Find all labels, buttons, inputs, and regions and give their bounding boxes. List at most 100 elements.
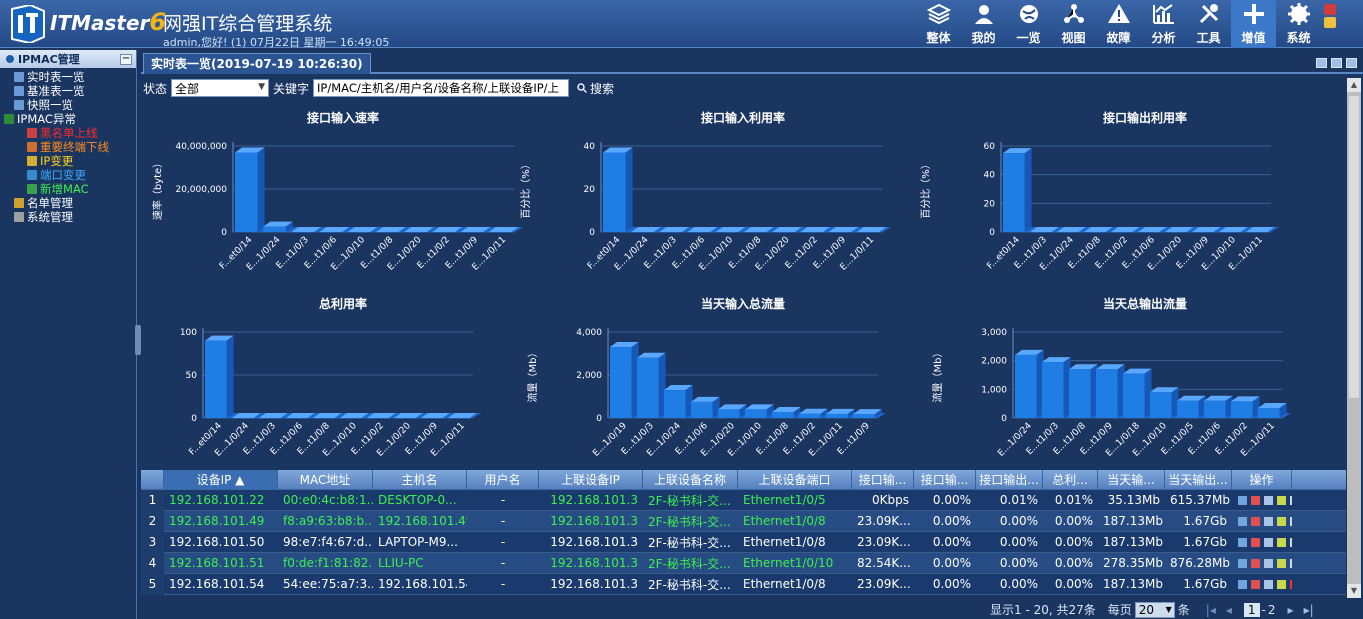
close-icon[interactable] — [1324, 4, 1336, 15]
column-header-4[interactable]: 上联设备IP — [539, 470, 643, 489]
delete-icon[interactable] — [1251, 580, 1260, 589]
cell-user: - — [500, 514, 506, 528]
column-header-3[interactable]: 用户名 — [467, 470, 539, 489]
scroll-thumb[interactable] — [1349, 96, 1359, 398]
minimize-icon[interactable] — [1324, 17, 1336, 28]
window-controls — [1324, 4, 1338, 28]
status-select[interactable]: 全部 — [171, 79, 270, 97]
column-header-2[interactable]: 主机名 — [373, 470, 467, 489]
per-page-select[interactable]: 20 ▼ — [1134, 601, 1175, 618]
column-header-0[interactable]: 设备IP ▲ — [164, 470, 278, 489]
table-row[interactable]: 5 192.168.101.54 54:ee:75:a7:3... 192.168.1… — [141, 573, 1346, 595]
cell-in_util: 0.00% — [932, 535, 971, 549]
screen-icon[interactable] — [1277, 517, 1286, 526]
column-header-11[interactable]: 当天输... — [1098, 470, 1165, 489]
column-header-1[interactable]: MAC地址 — [278, 470, 373, 489]
edit-icon[interactable] — [1238, 517, 1247, 526]
tree-node-icon — [14, 198, 24, 208]
column-header-6[interactable]: 上联设备端口 — [738, 470, 852, 489]
cell-in_util: 0.00% — [932, 577, 971, 591]
delete-icon[interactable] — [1251, 538, 1260, 547]
monitor-icon[interactable] — [1264, 580, 1273, 589]
page-current[interactable]: 1 — [1243, 602, 1260, 617]
export-icon[interactable] — [1316, 58, 1327, 68]
table-row[interactable]: 3 192.168.101.50 98:e7:f4:67:d... LAPTOP-M9… — [141, 531, 1346, 553]
nav-warning-button[interactable]: 故障 — [1096, 0, 1141, 48]
delete-icon[interactable] — [1251, 496, 1260, 505]
cell-mac: f0:de:f1:81:82... — [283, 556, 373, 570]
prev-page-icon[interactable]: ◂ — [1226, 603, 1232, 617]
edit-icon[interactable] — [1238, 580, 1247, 589]
nav-plus-button[interactable]: 增值 — [1231, 0, 1276, 48]
delete-icon[interactable] — [1251, 517, 1260, 526]
search-button[interactable]: 搜索 — [577, 80, 614, 97]
last-page-icon[interactable]: ▸| — [1304, 603, 1314, 617]
sidebar-item-7[interactable]: 端口变更 — [0, 168, 136, 182]
nav-topology-button[interactable]: 视图 — [1051, 0, 1096, 48]
screen-icon[interactable] — [1277, 580, 1286, 589]
sidebar-item-1[interactable]: 基准表一览 — [0, 84, 136, 98]
screen-icon[interactable] — [1277, 538, 1286, 547]
vertical-scrollbar[interactable]: ▲ ▼ — [1347, 78, 1361, 598]
first-page-icon[interactable]: |◂ — [1206, 603, 1216, 617]
y-tick-label: 40 — [584, 142, 596, 152]
monitor-icon[interactable] — [1264, 559, 1273, 568]
sidebar-item-6[interactable]: IP变更 — [0, 154, 136, 168]
column-header-9[interactable]: 接口输出... — [976, 470, 1043, 489]
column-header-13[interactable]: 操作 — [1232, 470, 1292, 489]
sidebar-item-0[interactable]: 实时表一览 — [0, 70, 136, 84]
column-header-8[interactable]: 接口输... — [914, 470, 976, 489]
column-header-12[interactable]: 当天输出... — [1165, 470, 1232, 489]
nav-layers-button[interactable]: 整体 — [916, 0, 961, 48]
sidebar-item-4[interactable]: 黑名单上线 — [0, 126, 136, 140]
screen-icon[interactable] — [1277, 496, 1286, 505]
bar — [205, 335, 234, 418]
nav-user-button[interactable]: 我的 — [961, 0, 1006, 48]
edit-icon[interactable] — [1238, 538, 1247, 547]
cell-day_out: 1.67Gb — [1183, 535, 1227, 549]
link-icon[interactable] — [1290, 580, 1292, 589]
link-icon[interactable] — [1290, 559, 1292, 568]
sidebar-item-9[interactable]: 名单管理 — [0, 196, 136, 210]
table-row[interactable]: 1 192.168.101.22 00:e0:4c:b8:1... DESKTOP-0… — [141, 489, 1346, 511]
monitor-icon[interactable] — [1264, 496, 1273, 505]
monitor-icon[interactable] — [1264, 538, 1273, 547]
nav-chart-button[interactable]: 分析 — [1141, 0, 1186, 48]
app-logo-icon — [11, 5, 45, 43]
monitor-icon[interactable] — [1264, 517, 1273, 526]
link-icon[interactable] — [1290, 496, 1292, 505]
table-row[interactable]: 4 192.168.101.51 f0:de:f1:81:82... LLIU-PC -… — [141, 552, 1346, 574]
next-page-icon[interactable]: ▸ — [1288, 603, 1294, 617]
scroll-up-arrow[interactable]: ▲ — [1347, 78, 1361, 92]
column-header-7[interactable]: 接口输... — [852, 470, 914, 489]
per-page-unit: 条 — [1177, 603, 1190, 617]
keyword-input[interactable]: IP/MAC/主机名/用户名/设备名称/上联设备IP/上 — [313, 79, 570, 97]
nav-tools-button[interactable]: 工具 — [1186, 0, 1231, 48]
nav-globe-button[interactable]: 一览 — [1006, 0, 1051, 48]
link-icon[interactable] — [1290, 517, 1292, 526]
delete-icon[interactable] — [1251, 559, 1260, 568]
monitor-icon[interactable] — [1331, 58, 1342, 68]
warning-icon — [1107, 4, 1130, 23]
table-row[interactable]: 2 192.168.101.49 f8:a9:63:b8:b... 192.168.1… — [141, 510, 1346, 532]
tab-realtime-list[interactable]: 实时表一览(2019-07-19 10:26:30) — [143, 53, 371, 74]
column-header-10[interactable]: 总利... — [1043, 470, 1098, 489]
bar — [718, 404, 747, 418]
page-next-number[interactable]: 2 — [1268, 603, 1276, 617]
screen-icon[interactable] — [1277, 559, 1286, 568]
link-icon[interactable] — [1290, 538, 1292, 547]
sidebar-item-8[interactable]: 新增MAC — [0, 182, 136, 196]
sidebar-item-10[interactable]: 系统管理 — [0, 210, 136, 224]
refresh-icon[interactable] — [1346, 58, 1357, 68]
column-header-5[interactable]: 上联设备名称 — [643, 470, 738, 489]
edit-icon[interactable] — [1238, 559, 1247, 568]
sidebar-item-2[interactable]: 快照一览 — [0, 98, 136, 112]
sidebar-item-5[interactable]: 重要终端下线 — [0, 140, 136, 154]
scroll-down-arrow[interactable]: ▼ — [1347, 584, 1361, 598]
topology-icon — [1063, 4, 1084, 23]
collapse-button[interactable]: − — [120, 53, 132, 65]
cell-mac: f8:a9:63:b8:b... — [283, 514, 373, 528]
sidebar-item-3[interactable]: IPMAC异常 — [0, 112, 136, 126]
edit-icon[interactable] — [1238, 496, 1247, 505]
nav-gear-button[interactable]: 系统 — [1276, 0, 1321, 48]
